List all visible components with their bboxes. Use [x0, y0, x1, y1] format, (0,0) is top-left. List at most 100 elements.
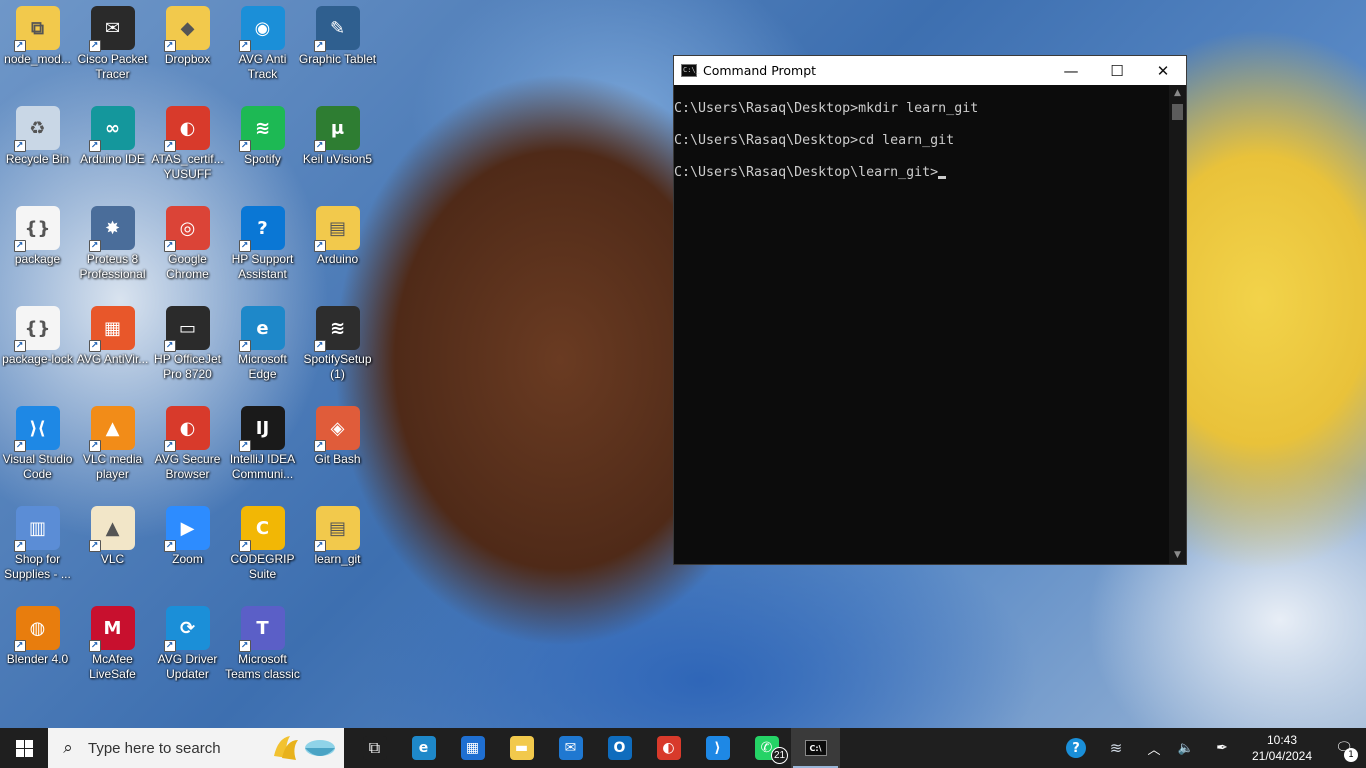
clock-time: 10:43: [1266, 733, 1298, 747]
app-icon: ▭ ↗: [163, 306, 210, 352]
app-glyph-icon: ✎: [329, 17, 346, 39]
shortcut-arrow-icon: ↗: [313, 240, 326, 252]
scroll-down-arrow-icon[interactable]: ▼: [1169, 547, 1186, 564]
desktop-icon[interactable]: ▲ ↗ VLC media player: [75, 400, 150, 500]
windows-logo-icon: [15, 739, 33, 757]
app-glyph-icon: {}: [24, 317, 51, 339]
file-explorer-icon: ▬: [509, 736, 534, 760]
microsoft-store-icon: ▦: [460, 736, 485, 760]
desktop-icon[interactable]: ≋ ↗ Spotify: [225, 100, 300, 200]
desktop-icon[interactable]: ◉ ↗ AVG Anti Track: [225, 0, 300, 100]
shortcut-arrow-icon: ↗: [238, 240, 251, 252]
taskbar-app-edge[interactable]: e: [399, 728, 448, 768]
desktop-icon[interactable]: ▦ ↗ AVG AntiVir...: [75, 300, 150, 400]
taskbar-app-avg-browser[interactable]: ◐: [644, 728, 693, 768]
desktop-icon[interactable]: μ ↗ Keil uVision5: [300, 100, 375, 200]
mail-icon: ✉: [558, 736, 583, 760]
desktop-icon[interactable]: {} ↗ package: [0, 200, 75, 300]
system-tray: ? ≋ ︿ 🔈 ✒ 10:43 21/04/2024 🗨 1: [1058, 728, 1366, 768]
desktop-icon[interactable]: ▥ ↗ Shop for Supplies - ...: [0, 500, 75, 600]
show-hidden-icons-chevron-icon[interactable]: ︿: [1138, 728, 1170, 768]
app-icon: ♻ ↗: [13, 106, 60, 152]
scrollbar-thumb[interactable]: [1172, 104, 1183, 120]
help-icon[interactable]: ?: [1058, 728, 1094, 768]
desktop-icon[interactable]: ⟳ ↗ AVG Driver Updater: [150, 600, 225, 700]
outlook-icon: O: [607, 736, 632, 760]
notification-center-button[interactable]: 🗨 1: [1322, 728, 1366, 768]
desktop-icon[interactable]: ◍ ↗ Blender 4.0: [0, 600, 75, 700]
shortcut-arrow-icon: ↗: [163, 40, 176, 52]
shortcut-arrow-icon: ↗: [13, 40, 26, 52]
desktop-icon-label: Cisco Packet Tracer: [77, 52, 148, 81]
close-button[interactable]: ✕: [1140, 56, 1186, 85]
app-glyph-icon: ▥: [28, 517, 46, 539]
taskbar-app-command-prompt[interactable]: C:\: [791, 728, 840, 768]
avg-browser-icon: ◐: [656, 736, 681, 760]
weather-icon[interactable]: ≋: [1094, 728, 1138, 768]
taskbar-clock[interactable]: 10:43 21/04/2024: [1242, 732, 1322, 764]
desktop-icon[interactable]: ▭ ↗ HP OfficeJet Pro 8720: [150, 300, 225, 400]
maximize-button[interactable]: ☐: [1094, 56, 1140, 85]
cmd-window-title: Command Prompt: [703, 63, 817, 78]
desktop-icon[interactable]: IJ ↗ IntelliJ IDEA Communi...: [225, 400, 300, 500]
desktop-icon[interactable]: ? ↗ HP Support Assistant: [225, 200, 300, 300]
shortcut-arrow-icon: ↗: [163, 440, 176, 452]
desktop-icon[interactable]: ✎ ↗ Graphic Tablet: [299, 0, 376, 100]
shortcut-arrow-icon: ↗: [163, 540, 176, 552]
shortcut-arrow-icon: ↗: [313, 140, 326, 152]
desktop-icon[interactable]: ▲ ↗ VLC: [75, 500, 150, 600]
app-icon: ◍ ↗: [13, 606, 60, 652]
minimize-button[interactable]: —: [1048, 56, 1094, 85]
desktop-icon[interactable]: ✉ ↗ Cisco Packet Tracer: [75, 0, 150, 100]
shortcut-arrow-icon: ↗: [88, 240, 101, 252]
taskbar-app-file-explorer[interactable]: ▬: [497, 728, 546, 768]
scroll-up-arrow-icon[interactable]: ▲: [1169, 85, 1186, 102]
desktop-icon[interactable]: ◆ ↗ Dropbox: [150, 0, 225, 100]
desktop-icon[interactable]: e ↗ Microsoft Edge: [225, 300, 300, 400]
cmd-output-line: C:\Users\Rasaq\Desktop>cd learn_git: [674, 133, 955, 148]
desktop-icon[interactable]: ⟩⟨ ↗ Visual Studio Code: [0, 400, 75, 500]
app-glyph-icon: ✸: [104, 217, 121, 239]
cmd-prompt-line[interactable]: C:\Users\Rasaq\Desktop\learn_git>: [674, 165, 1169, 181]
desktop-icon[interactable]: M ↗ McAfee LiveSafe: [75, 600, 150, 700]
taskbar-app-task-view[interactable]: ⧉: [350, 728, 399, 768]
desktop-icon[interactable]: ▤ ↗ learn_git: [300, 500, 375, 600]
desktop-icon[interactable]: ⧉ ↗ node_mod...: [0, 0, 75, 100]
desktop-icon[interactable]: T ↗ Microsoft Teams classic: [225, 600, 300, 700]
start-button[interactable]: [0, 728, 48, 768]
desktop-icon[interactable]: ▤ ↗ Arduino: [300, 200, 375, 300]
desktop-icon[interactable]: ◐ ↗ ATAS_certif... YUSUFF: [150, 100, 225, 200]
command-prompt-window[interactable]: C:\_ Command Prompt — ☐ ✕ C:\Users\Rasaq…: [673, 55, 1187, 565]
desktop-icon-label: Microsoft Edge: [238, 352, 287, 381]
taskbar-app-outlook[interactable]: O: [595, 728, 644, 768]
app-icon: C ↗: [238, 506, 285, 552]
taskbar-app-mail[interactable]: ✉: [546, 728, 595, 768]
desktop-icon[interactable]: ▶ ↗ Zoom: [150, 500, 225, 600]
desktop-icon[interactable]: {} ↗ package-lock: [0, 300, 75, 400]
app-glyph-icon: ∞: [105, 117, 120, 139]
taskbar-app-whatsapp[interactable]: ✆ 21: [742, 728, 791, 768]
desktop-icon-label: AVG Anti Track: [238, 52, 287, 81]
shortcut-arrow-icon: ↗: [163, 140, 176, 152]
desktop-icon[interactable]: ✸ ↗ Proteus 8 Professional: [75, 200, 150, 300]
taskbar-app-microsoft-store[interactable]: ▦: [448, 728, 497, 768]
desktop-icon[interactable]: ≋ ↗ SpotifySetup (1): [300, 300, 375, 400]
taskbar-app-vscode[interactable]: ⟩: [693, 728, 742, 768]
shortcut-arrow-icon: ↗: [313, 440, 326, 452]
app-glyph-icon: ♻: [29, 117, 46, 139]
pen-workspace-icon[interactable]: ✒: [1202, 728, 1242, 768]
unread-count-badge: 21: [771, 747, 788, 764]
cmd-scrollbar[interactable]: ▲ ▼: [1169, 85, 1186, 564]
desktop-icon-label: Dropbox: [164, 52, 211, 66]
cmd-console[interactable]: C:\Users\Rasaq\Desktop>mkdir learn_git C…: [674, 85, 1169, 564]
cmd-titlebar[interactable]: C:\_ Command Prompt — ☐ ✕: [674, 56, 1186, 85]
desktop-icon[interactable]: ◐ ↗ AVG Secure Browser: [150, 400, 225, 500]
desktop-icon[interactable]: ◎ ↗ Google Chrome: [150, 200, 225, 300]
desktop-icon[interactable]: ◈ ↗ Git Bash: [300, 400, 375, 500]
taskbar-search-box[interactable]: ⌕ Type here to search: [48, 728, 344, 768]
desktop-icon[interactable]: C ↗ CODEGRIP Suite: [225, 500, 300, 600]
volume-icon[interactable]: 🔈: [1170, 728, 1202, 768]
app-icon: ▦ ↗: [88, 306, 135, 352]
desktop-icon[interactable]: ∞ ↗ Arduino IDE: [75, 100, 150, 200]
desktop-icon[interactable]: ♻ ↗ Recycle Bin: [0, 100, 75, 200]
